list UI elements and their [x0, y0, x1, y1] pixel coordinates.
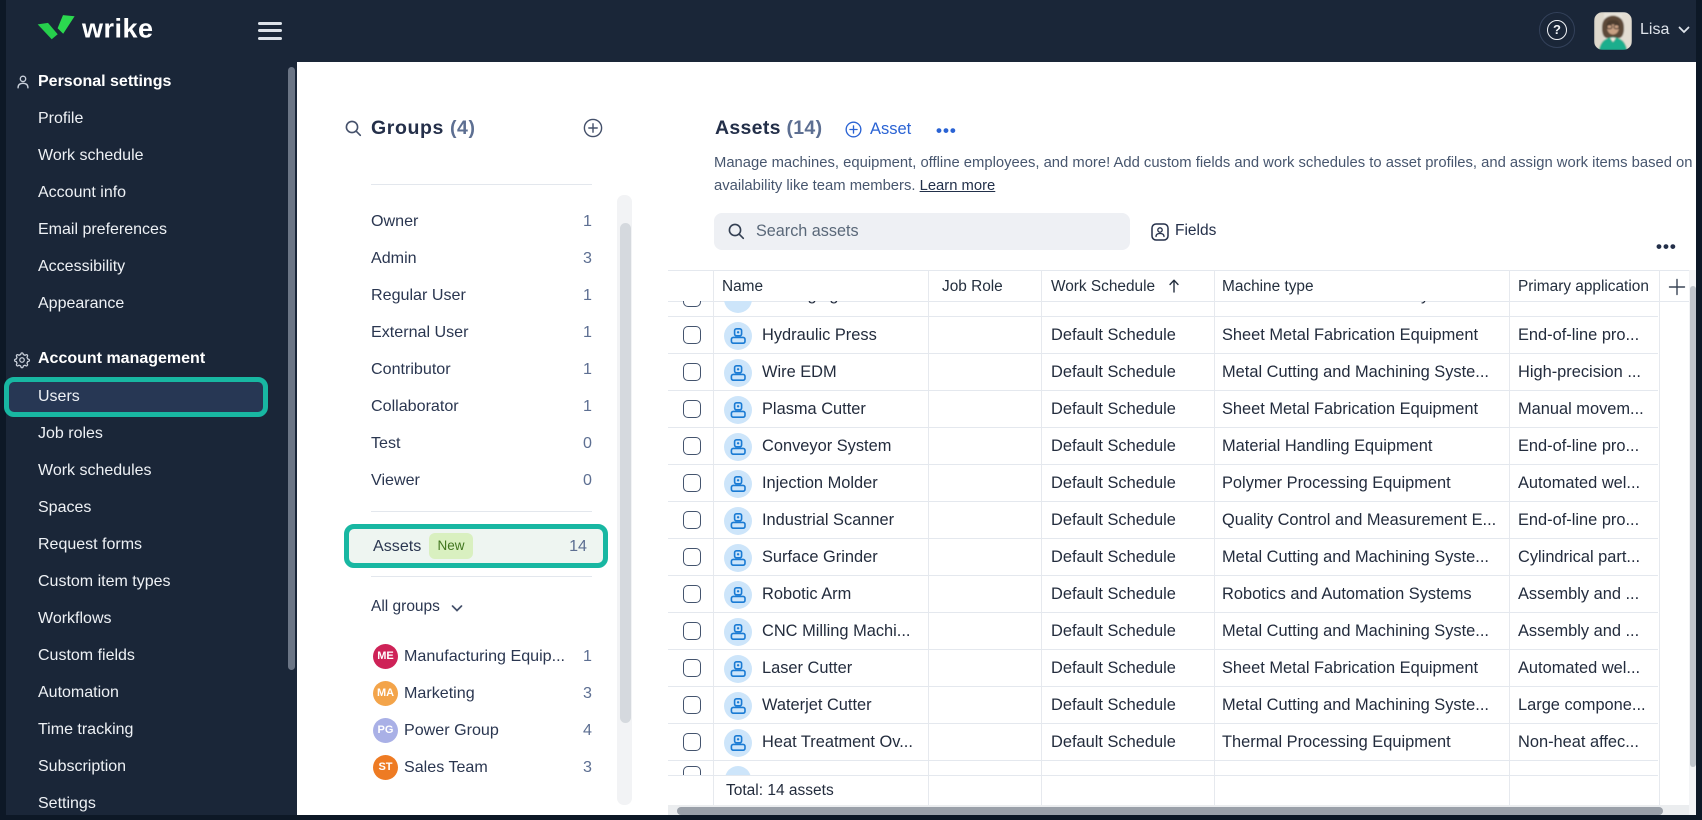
svg-text:wrike: wrike: [81, 14, 154, 44]
